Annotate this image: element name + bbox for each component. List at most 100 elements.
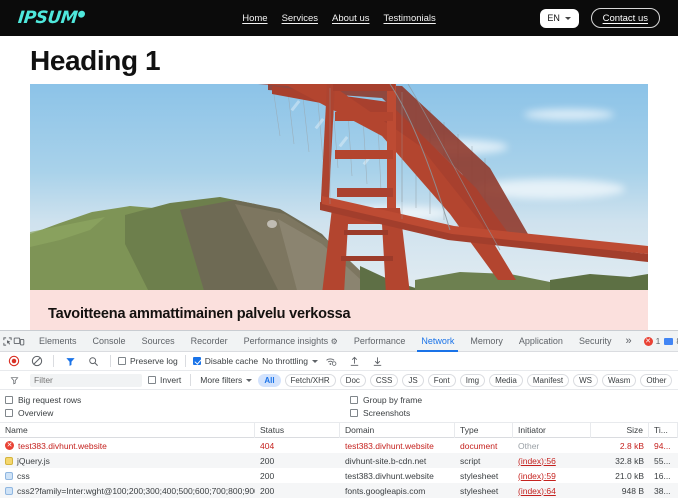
site-navbar: IPSUM● Home Services About us Testimonia… <box>0 0 678 36</box>
request-size: 21.0 kB <box>615 470 644 481</box>
column-header-time[interactable]: Ti... <box>649 422 678 438</box>
toolbar-divider <box>110 355 111 367</box>
tab-security[interactable]: Security <box>571 331 620 352</box>
nav-link-testimonials[interactable]: Testimonials <box>384 13 436 24</box>
chip-fetch-xhr[interactable]: Fetch/XHR <box>284 373 336 387</box>
request-status: 200 <box>260 455 275 466</box>
device-toolbar-icon[interactable] <box>13 332 25 351</box>
column-header-type[interactable]: Type <box>455 422 513 438</box>
initiator-link[interactable]: (index):64 <box>518 486 556 496</box>
table-row[interactable]: jQuery.js 200 divhunt-site.b-cdn.net scr… <box>0 453 678 468</box>
screenshots-label: Screenshots <box>363 407 411 418</box>
export-har-icon[interactable] <box>368 352 387 371</box>
preserve-log-checkbox[interactable]: Preserve log <box>118 356 178 366</box>
chip-ws[interactable]: WS <box>573 373 598 387</box>
preserve-log-box-icon <box>118 357 126 365</box>
invert-box-icon <box>148 376 156 384</box>
network-toolbar: Preserve log Disable cache No throttling <box>0 352 678 371</box>
chip-doc[interactable]: Doc <box>339 373 366 387</box>
request-status: 200 <box>260 485 275 496</box>
nav-link-about-us[interactable]: About us <box>332 13 370 24</box>
overview-checkbox[interactable]: Overview <box>5 408 350 418</box>
tab-memory[interactable]: Memory <box>462 331 511 352</box>
error-icon: ✕ <box>643 336 653 346</box>
group-by-frame-label: Group by frame <box>363 394 423 405</box>
network-requests-table: Name Status Domain Type Initiator Size T… <box>0 422 678 500</box>
disable-cache-checkbox[interactable]: Disable cache <box>192 356 258 366</box>
site-logo[interactable]: IPSUM● <box>17 8 86 28</box>
table-row[interactable]: css 200 test383.divhunt.website styleshe… <box>0 468 678 483</box>
request-domain: test383.divhunt.website <box>345 470 434 481</box>
message-badge[interactable]: 8 <box>664 336 678 346</box>
chip-js[interactable]: JS <box>402 373 424 387</box>
request-time: 55... <box>654 455 671 466</box>
request-name-cell: css2?family=Inter:wght@100;200;300;400;5… <box>0 486 255 496</box>
clear-button[interactable] <box>27 352 46 371</box>
chip-manifest[interactable]: Manifest <box>526 373 570 387</box>
throttling-value: No throttling <box>262 356 308 366</box>
contact-us-button[interactable]: Contact us <box>590 8 660 28</box>
tab-network[interactable]: Network <box>413 331 462 352</box>
tab-recorder[interactable]: Recorder <box>183 331 236 352</box>
request-name: css2?family=Inter:wght@100;200;300;400;5… <box>17 485 255 496</box>
filter-divider <box>190 374 192 386</box>
devtools-issue-badges[interactable]: ✕ 1 8 <box>643 336 678 346</box>
option-cell: Big request rows <box>5 395 350 405</box>
chip-all[interactable]: All <box>258 373 281 387</box>
request-initiator: (index):56 <box>513 456 591 466</box>
more-filters-selector[interactable]: More filters <box>200 375 253 385</box>
bridge-illustration <box>258 84 648 294</box>
record-button[interactable] <box>4 352 23 371</box>
language-selector[interactable]: EN <box>539 8 579 28</box>
request-size: 2.8 kB <box>619 440 644 451</box>
big-request-rows-checkbox[interactable]: Big request rows <box>5 395 350 405</box>
css-file-icon <box>5 486 13 495</box>
tab-elements[interactable]: Elements <box>31 331 85 352</box>
throttling-selector[interactable]: No throttling <box>262 356 318 366</box>
language-selector-value: EN <box>547 13 560 23</box>
search-icon[interactable] <box>84 352 103 371</box>
chip-media[interactable]: Media <box>489 373 523 387</box>
import-har-icon[interactable] <box>345 352 364 371</box>
invert-checkbox[interactable]: Invert <box>148 375 181 385</box>
initiator-link[interactable]: (index):59 <box>518 471 556 481</box>
filter-input[interactable] <box>30 373 142 387</box>
inspect-element-icon[interactable] <box>2 332 13 351</box>
nav-link-home[interactable]: Home <box>242 13 267 24</box>
screenshots-checkbox[interactable]: Screenshots <box>350 408 410 418</box>
initiator-link[interactable]: (index):56 <box>518 456 556 466</box>
table-row[interactable]: ✕ test383.divhunt.website 404 test383.di… <box>0 438 678 453</box>
column-header-name[interactable]: Name <box>0 422 255 438</box>
request-name-cell: ✕ test383.divhunt.website <box>0 441 255 451</box>
chip-img[interactable]: Img <box>459 373 486 387</box>
column-header-size[interactable]: Size <box>591 422 649 438</box>
preserve-log-label: Preserve log <box>130 356 178 366</box>
column-header-status[interactable]: Status <box>255 422 340 438</box>
invert-label: Invert <box>160 375 182 385</box>
message-icon <box>664 337 674 345</box>
tab-performance[interactable]: Performance <box>346 331 414 352</box>
site-nav-right: EN Contact us <box>539 8 660 28</box>
request-status: 404 <box>260 440 275 451</box>
table-row[interactable]: css2?family=Inter:wght@100;200;300;400;5… <box>0 483 678 498</box>
nav-link-services[interactable]: Services <box>282 13 318 24</box>
tab-console[interactable]: Console <box>85 331 134 352</box>
chip-css[interactable]: CSS <box>369 373 399 387</box>
chip-other[interactable]: Other <box>640 373 673 387</box>
tab-performance-insights[interactable]: Performance insights ⚙ <box>236 331 346 352</box>
error-badge[interactable]: ✕ 1 <box>643 336 660 346</box>
filter-icon[interactable] <box>61 352 80 371</box>
chip-wasm[interactable]: Wasm <box>601 373 637 387</box>
request-initiator: (index):64 <box>513 486 591 496</box>
request-type: document <box>460 440 498 451</box>
tab-application[interactable]: Application <box>511 331 571 352</box>
big-request-rows-box-icon <box>5 395 13 404</box>
tab-sources[interactable]: Sources <box>134 331 183 352</box>
column-header-initiator[interactable]: Initiator <box>513 422 591 438</box>
group-by-frame-checkbox[interactable]: Group by frame <box>350 395 422 405</box>
filter-funnel-icon[interactable] <box>5 371 24 390</box>
column-header-domain[interactable]: Domain <box>340 422 455 438</box>
network-conditions-icon[interactable] <box>322 352 341 371</box>
more-tabs-button[interactable]: » <box>619 335 637 347</box>
chip-font[interactable]: Font <box>427 373 456 387</box>
